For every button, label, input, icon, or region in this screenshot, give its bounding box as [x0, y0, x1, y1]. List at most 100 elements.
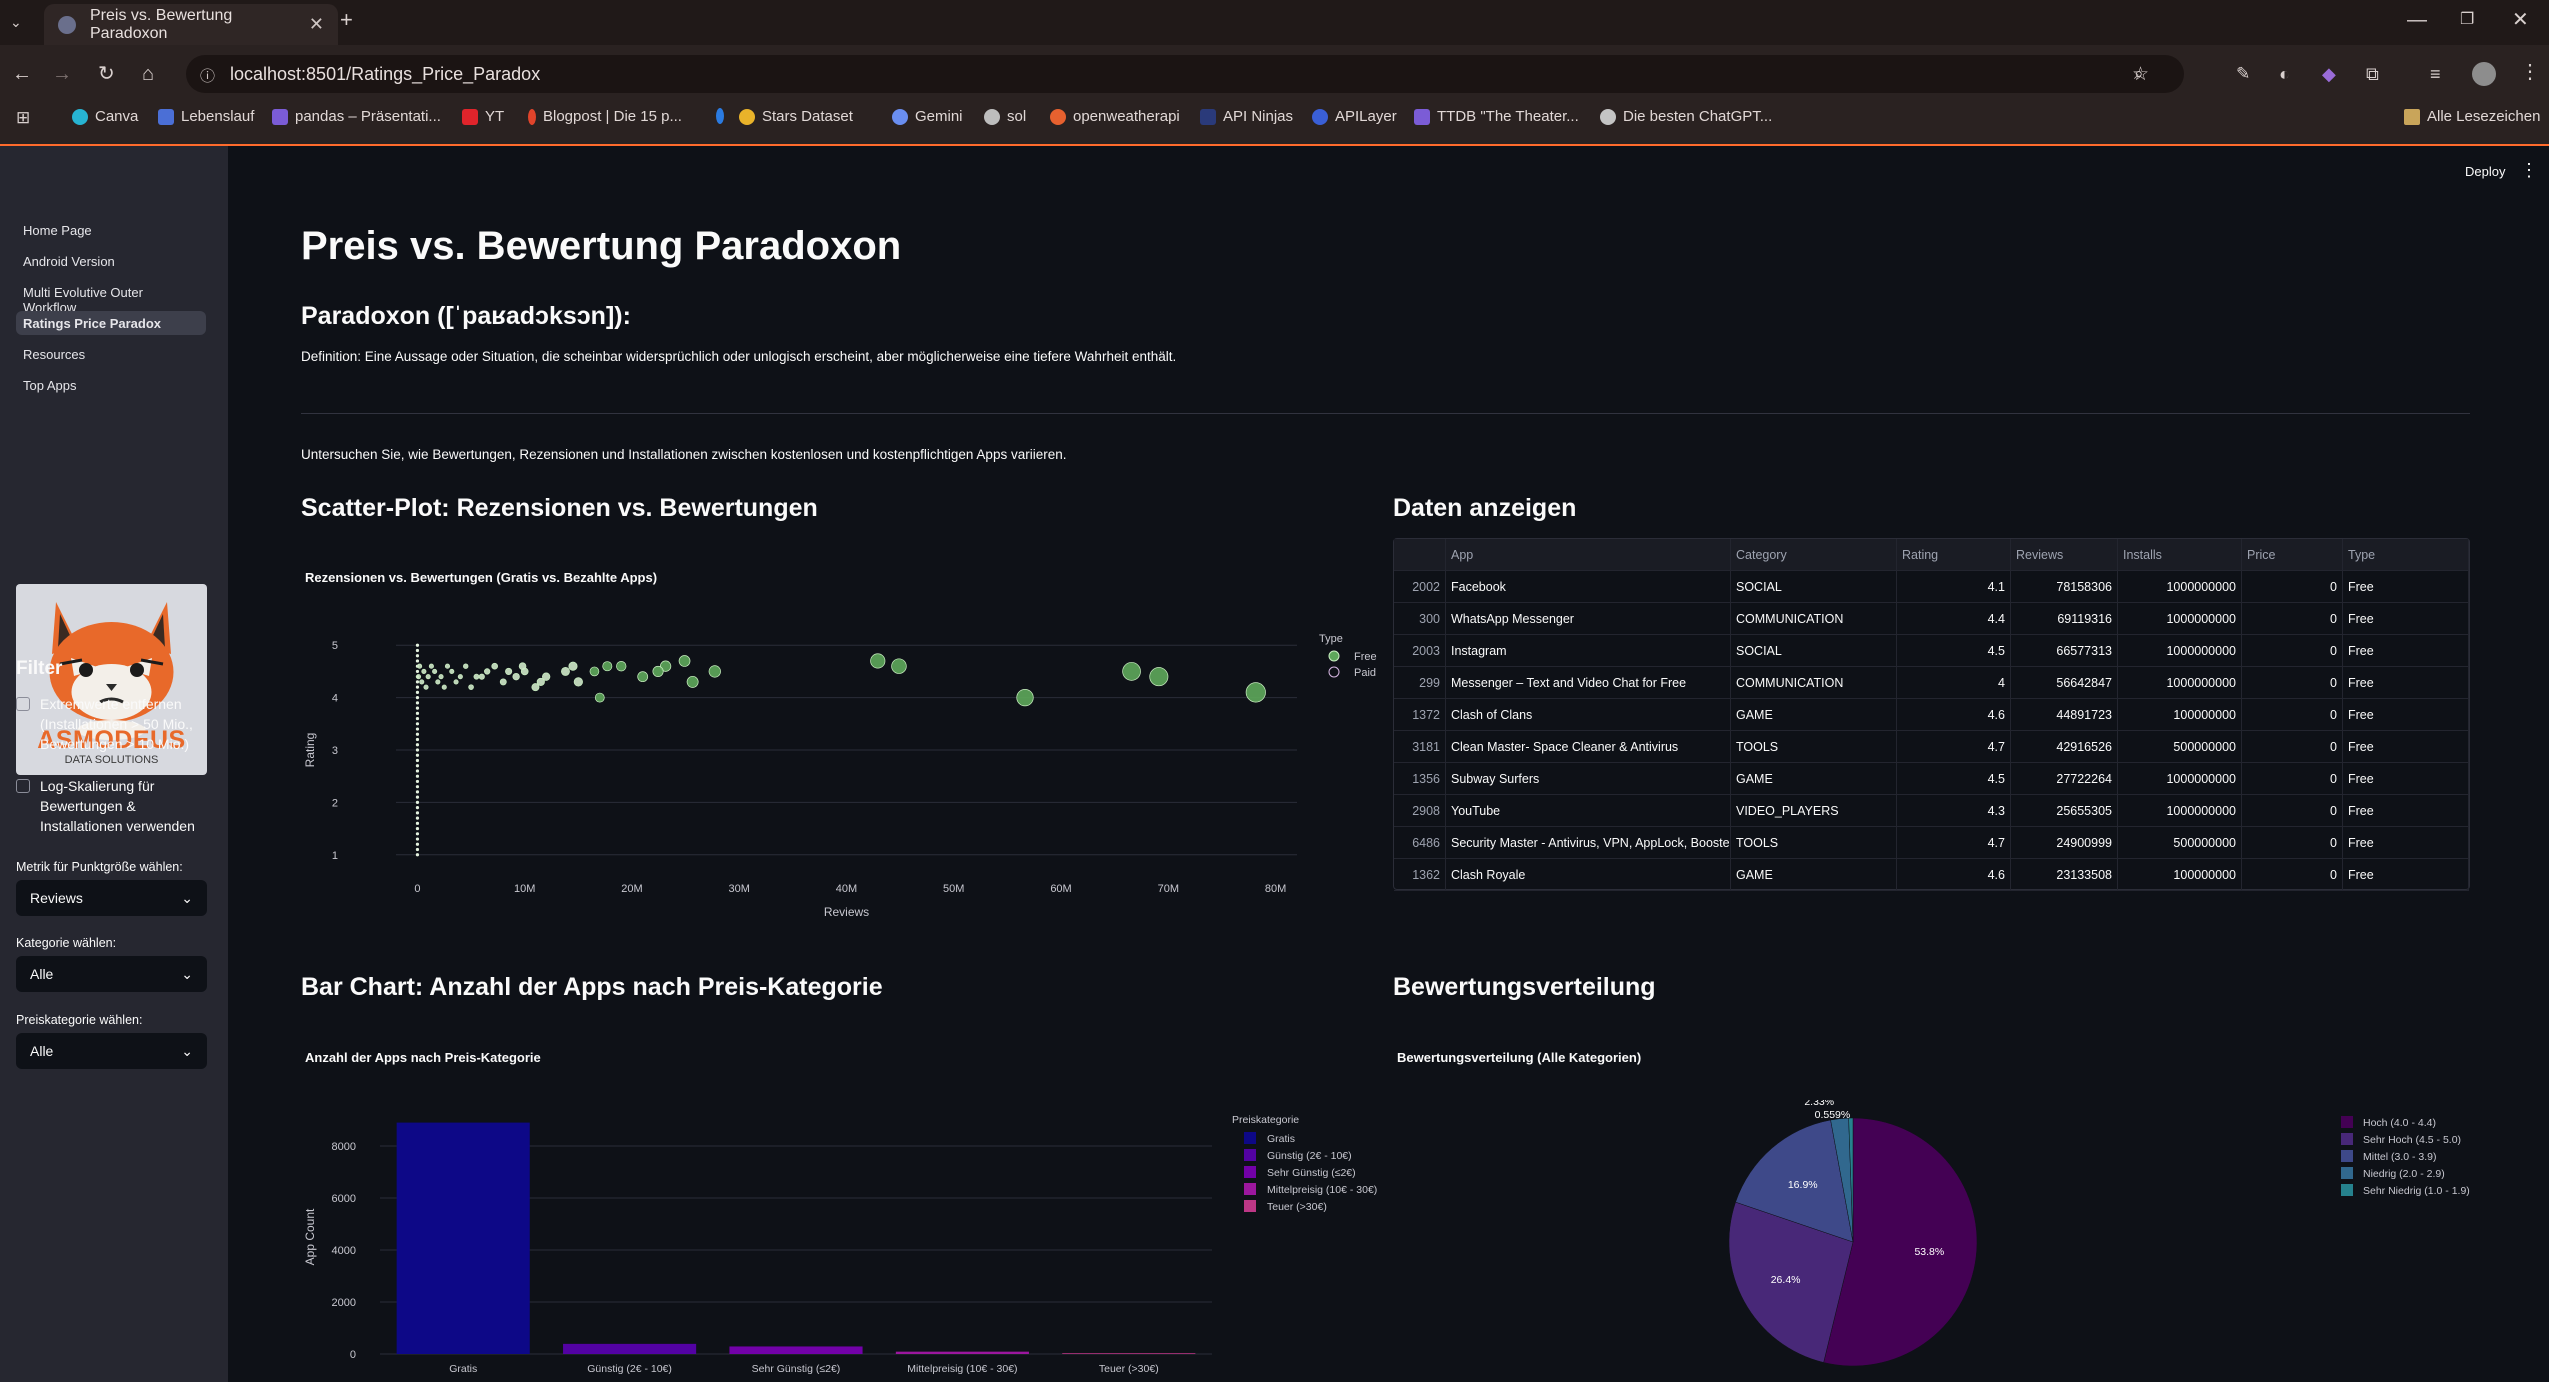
category-select[interactable]: Alle ⌄ — [16, 956, 207, 992]
sidebar-item-home[interactable]: Home Page — [16, 218, 206, 242]
column-header[interactable]: Reviews — [2011, 539, 2118, 571]
x-tick-label: 40M — [836, 883, 857, 895]
extensions-puzzle-icon[interactable]: ⧉ — [2366, 64, 2379, 84]
restore-icon[interactable]: ❐ — [2460, 10, 2474, 30]
checkbox-box[interactable] — [16, 697, 30, 711]
sidebar-item-ratings[interactable]: Ratings Price Paradox — [16, 311, 206, 335]
sidebar-item-workflow[interactable]: Multi Evolutive Outer Workflow — [16, 280, 206, 315]
data-point — [468, 684, 474, 690]
address-bar[interactable]: ⓘ localhost:8501/Ratings_Price_Paradox ☆ — [186, 55, 2184, 93]
bookmark-item[interactable]: openweatherapi — [1050, 108, 1180, 125]
bookmark-item[interactable]: Blogpost | Die 15 p... — [528, 108, 682, 125]
x-tick-label: 20M — [621, 883, 642, 895]
table-row[interactable]: 1372 Clash of Clans GAME 4.6 44891723 1000000… — [1394, 699, 2469, 731]
data-point — [415, 837, 420, 841]
table-row[interactable]: 2908 YouTube VIDEO_PLAYERS 4.3 25655305 10000… — [1394, 795, 2469, 827]
bar — [563, 1343, 697, 1354]
checkbox-box[interactable] — [16, 779, 30, 793]
bookmark-item[interactable] — [716, 108, 731, 124]
scatter-chart[interactable]: 1 2 3 4 5 0 10M 20M 30M 40M 50M 60M 70M 80M Reviews Rat… — [300, 620, 1390, 920]
log-scale-checkbox[interactable]: Log-Skalierung für Bewertungen & Install… — [16, 776, 216, 836]
remove-outliers-checkbox[interactable]: Extremwerte entfernen (Installationen > … — [16, 694, 216, 754]
table-row[interactable]: 6486 Security Master - Antivirus, VPN, Ap… — [1394, 827, 2469, 859]
bookmark-item[interactable]: Canva — [72, 108, 138, 125]
bookmark-item[interactable]: pandas – Präsentati... — [272, 108, 441, 125]
bar-chart[interactable]: 0 2000 4000 6000 8000 App Count Gratis Günstig … — [300, 1100, 1390, 1382]
column-header[interactable]: Type — [2343, 539, 2469, 571]
table-cell: WhatsApp Messenger — [1446, 603, 1731, 635]
forward-icon[interactable]: → — [52, 64, 72, 84]
bookmark-item[interactable]: Stars Dataset — [739, 108, 853, 125]
bookmark-item[interactable]: APILayer — [1312, 108, 1397, 125]
metric-select[interactable]: Reviews ⌄ — [16, 880, 207, 916]
window-close-icon[interactable]: ✕ — [2512, 10, 2529, 30]
table-row[interactable]: 1362 Clash Royale GAME 4.6 23133508 100000000… — [1394, 859, 2469, 891]
app-menu-icon[interactable]: ⋮ — [2520, 160, 2538, 181]
media-icon[interactable]: ≡ — [2430, 64, 2441, 84]
price-category-select[interactable]: Alle ⌄ — [16, 1033, 207, 1069]
table-cell: 66577313 — [2011, 635, 2118, 667]
column-header[interactable]: Rating — [1897, 539, 2011, 571]
table-cell: Subway Surfers — [1446, 763, 1731, 795]
deploy-button[interactable]: Deploy — [2465, 164, 2505, 179]
table-row[interactable]: 1356 Subway Surfers GAME 4.5 27722264 1000000… — [1394, 763, 2469, 795]
table-cell: 78158306 — [2011, 571, 2118, 603]
data-point — [463, 663, 469, 669]
chevron-down-icon: ⌄ — [181, 965, 193, 982]
column-header[interactable]: Installs — [2118, 539, 2242, 571]
active-tab[interactable]: Preis vs. Bewertung Paradoxon ✕ — [44, 4, 338, 45]
bookmark-item[interactable]: API Ninjas — [1200, 108, 1293, 125]
data-point — [415, 727, 420, 731]
apps-grid-icon[interactable]: ⊞ — [16, 108, 30, 128]
pie-chart[interactable]: 53.8% 26.4% 16.9% 2.33%0.559% Hoch (4.0 - 4.… — [1393, 1100, 2470, 1382]
table-row[interactable]: 2003 Instagram SOCIAL 4.5 66577313 1000000000… — [1394, 635, 2469, 667]
data-point — [415, 764, 420, 768]
extension-pen-icon[interactable]: ✎ — [2236, 64, 2250, 84]
profile-avatar[interactable] — [2472, 62, 2496, 86]
browser-menu-icon[interactable]: ⋮ — [2520, 62, 2540, 82]
favicon-icon — [58, 15, 76, 34]
sidebar-item-android[interactable]: Android Version — [16, 249, 206, 273]
bookmark-item[interactable]: Gemini — [892, 108, 963, 125]
bookmark-item[interactable]: TTDB "The Theater... — [1414, 108, 1579, 125]
extension-contrast-icon[interactable]: ◐ — [2279, 64, 2290, 84]
back-icon[interactable]: ← — [12, 64, 32, 84]
youtube-icon — [462, 108, 478, 125]
table-row[interactable]: 3181 Clean Master- Space Cleaner & Antivi… — [1394, 731, 2469, 763]
table-row[interactable]: 299 Messenger – Text and Video Chat for F… — [1394, 667, 2469, 699]
bookmark-label: pandas – Präsentati... — [295, 108, 441, 125]
browser-chrome: ⌄ Preis vs. Bewertung Paradoxon ✕ + — ❐ … — [0, 0, 2549, 146]
bookmark-item[interactable]: Lebenslauf — [158, 108, 254, 125]
column-header[interactable] — [1394, 539, 1446, 571]
close-tab-icon[interactable]: ✕ — [309, 14, 324, 35]
sidebar-item-resources[interactable]: Resources — [16, 342, 206, 366]
extension-purple-icon[interactable]: ◆ — [2322, 64, 2336, 84]
column-header[interactable]: App — [1446, 539, 1731, 571]
column-header[interactable]: Category — [1731, 539, 1897, 571]
data-table[interactable]: App Category Rating Reviews Installs Price Typ… — [1393, 538, 2470, 891]
bar-title: Anzahl der Apps nach Preis-Kategorie — [305, 1050, 541, 1065]
table-header-row[interactable]: App Category Rating Reviews Installs Price Typ… — [1394, 539, 2469, 571]
site-info-icon[interactable]: ⓘ — [200, 65, 215, 86]
reload-icon[interactable]: ↻ — [98, 64, 115, 84]
data-point — [415, 654, 420, 658]
column-header[interactable]: Price — [2242, 539, 2343, 571]
all-bookmarks-label: Alle Lesezeichen — [2427, 108, 2541, 125]
table-row[interactable]: 2002 Facebook SOCIAL 4.1 78158306 1000000000 0… — [1394, 571, 2469, 603]
checkbox-label: Extremwerte entfernen (Installationen > … — [40, 696, 193, 752]
legend-marker-free — [1328, 650, 1340, 662]
tab-search-icon[interactable]: ⌄ — [10, 12, 22, 32]
bookmark-item[interactable]: sol — [984, 108, 1026, 125]
bookmark-item[interactable]: YT — [462, 108, 504, 125]
zoom-icon[interactable]: ⌕ — [2134, 64, 2144, 84]
all-bookmarks[interactable]: Alle Lesezeichen — [2404, 108, 2540, 125]
legend-label: Niedrig (2.0 - 2.9) — [2363, 1168, 2445, 1180]
home-icon[interactable]: ⌂ — [142, 64, 154, 84]
bookmark-item[interactable]: Die besten ChatGPT... — [1600, 108, 1772, 125]
table-cell: 27722264 — [2011, 763, 2118, 795]
table-cell: Clash of Clans — [1446, 699, 1731, 731]
new-tab-icon[interactable]: + — [340, 9, 353, 31]
minimize-icon[interactable]: — — [2407, 10, 2427, 30]
sidebar-item-top-apps[interactable]: Top Apps — [16, 373, 206, 397]
table-row[interactable]: 300 WhatsApp Messenger COMMUNICATION 4.4 691… — [1394, 603, 2469, 635]
